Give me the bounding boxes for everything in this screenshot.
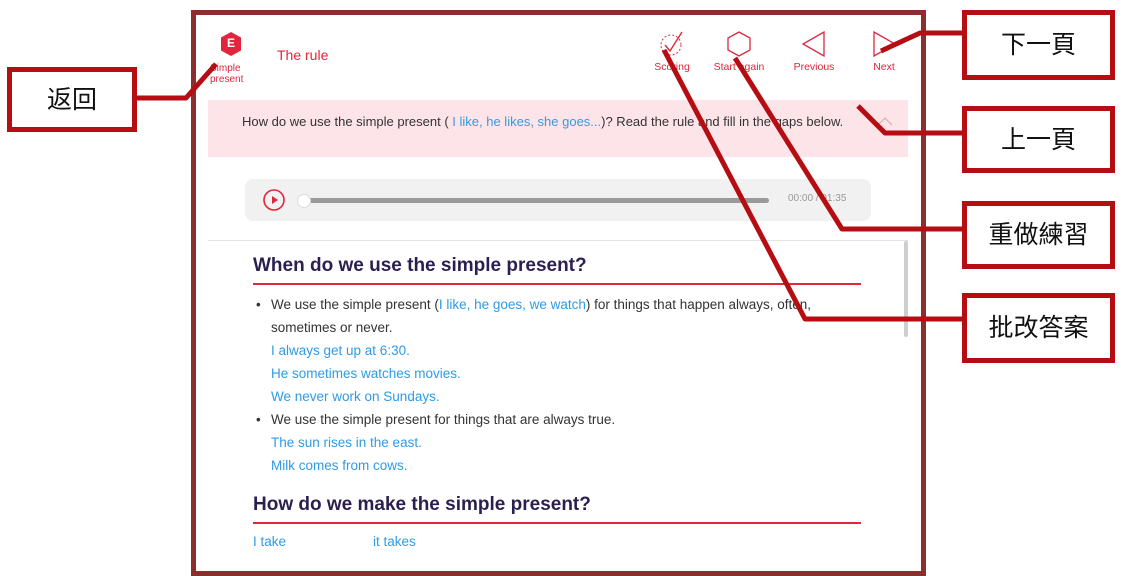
- callout-previous: 上一頁: [962, 106, 1115, 173]
- callout-back: 返回: [7, 67, 137, 132]
- callout-scoring: 批改答案: [962, 293, 1115, 363]
- callout-restart: 重做練習: [962, 201, 1115, 269]
- callout-next: 下一頁: [962, 10, 1115, 80]
- callout-leader-lines: [137, 30, 964, 322]
